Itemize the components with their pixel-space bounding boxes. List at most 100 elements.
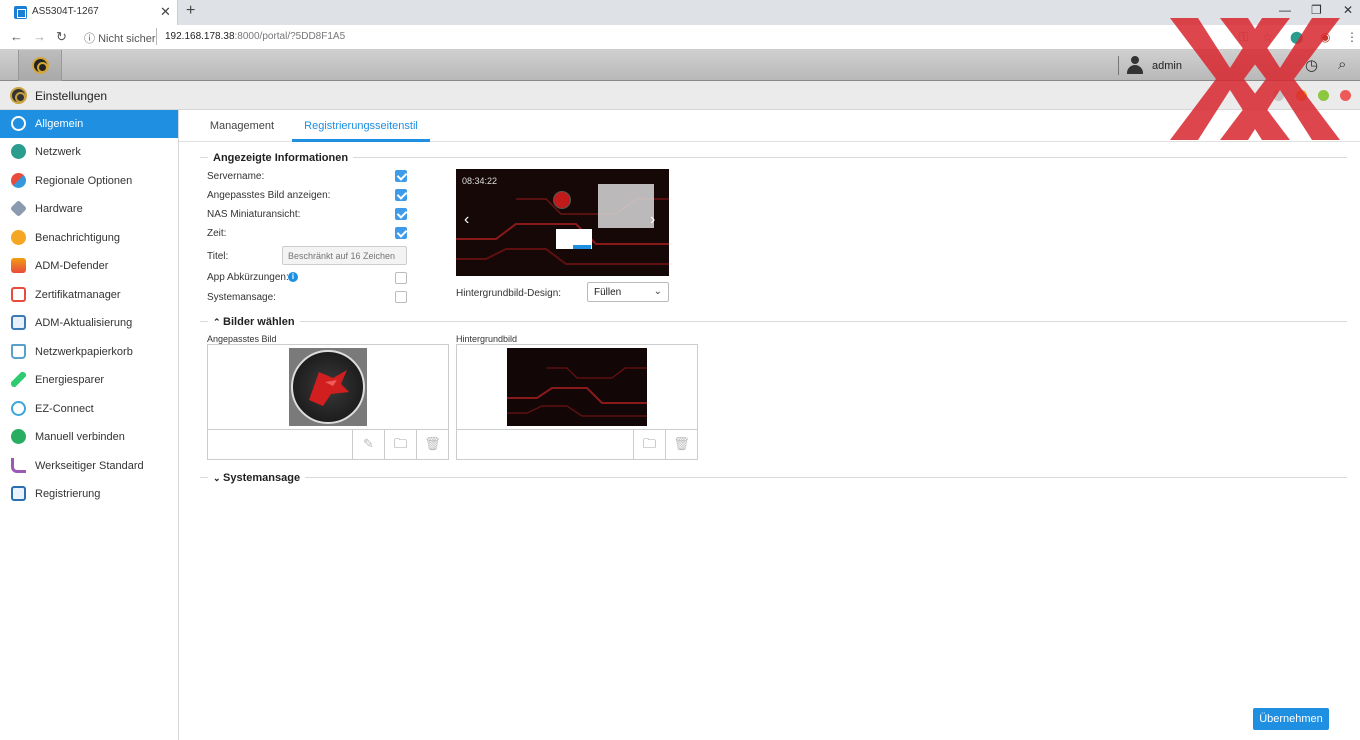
login-page-preview: 08:34:22 ‹ › xyxy=(456,169,669,276)
info-icon[interactable]: i xyxy=(288,272,298,282)
tab-management[interactable]: Management xyxy=(203,110,281,142)
chevron-up-icon: ⌃ xyxy=(213,317,224,327)
servername-checkbox[interactable] xyxy=(395,170,407,182)
user-icon[interactable] xyxy=(1126,55,1144,75)
settings-app-icon[interactable] xyxy=(32,57,49,74)
notification-icon xyxy=(11,230,26,245)
security-indicator[interactable]: Nicht sicher xyxy=(84,30,155,46)
sidebar-item-label: Manuell verbinden xyxy=(35,431,125,443)
background-design-value: Füllen xyxy=(594,287,622,298)
certificate-icon xyxy=(11,287,26,302)
nas-thumbnail-label: NAS Miniaturansicht: xyxy=(207,209,301,220)
browser-tab[interactable]: AS5304T-1267 ✕ xyxy=(0,0,178,25)
trash-icon[interactable]: 🗑 xyxy=(416,430,448,459)
sidebar-item-allgemein[interactable]: Allgemein xyxy=(0,110,178,138)
preview-next-icon[interactable]: › xyxy=(650,211,655,229)
title-input[interactable] xyxy=(282,246,407,265)
sidebar-item-ez-connect[interactable]: EZ-Connect xyxy=(0,395,178,423)
hardware-icon xyxy=(10,200,27,217)
sidebar-item-label: ADM-Defender xyxy=(35,260,109,272)
close-dot-icon[interactable] xyxy=(1340,90,1351,101)
preview-clock: 08:34:22 xyxy=(462,176,498,186)
nas-thumbnail-checkbox[interactable] xyxy=(395,208,407,220)
sidebar-item-label: Registrierung xyxy=(35,488,101,500)
sidebar-item-manuell-verbinden[interactable]: Manuell verbinden xyxy=(0,423,178,451)
settings-icon xyxy=(10,87,27,104)
announcement-section-title[interactable]: ⌄ Systemansage xyxy=(208,472,306,484)
user-name[interactable]: admin xyxy=(1152,60,1182,72)
edit-icon[interactable]: ✎ xyxy=(352,430,384,459)
extension-icon[interactable]: ⬤ xyxy=(1290,30,1303,44)
registration-icon xyxy=(11,486,26,501)
folder-icon[interactable]: 🗀 xyxy=(633,430,665,459)
key-icon[interactable]: ⚿ xyxy=(1239,30,1248,45)
help-dot-icon[interactable] xyxy=(1273,90,1284,101)
sidebar-item-hardware[interactable]: Hardware xyxy=(0,195,178,223)
sidebar-item-energiesparer[interactable]: Energiesparer xyxy=(0,366,178,394)
announcement-label: Systemansage: xyxy=(207,292,276,303)
background-design-select[interactable]: Füllen ⌄ xyxy=(587,282,669,302)
images-section-title[interactable]: ⌃ Bilder wählen xyxy=(208,316,300,328)
reload-icon[interactable]: ↻ xyxy=(56,29,67,45)
sidebar-item-label: Werkseitiger Standard xyxy=(35,460,144,472)
back-icon[interactable]: ← xyxy=(10,29,23,44)
sidebar-item-adm-defender[interactable]: ADM-Defender xyxy=(0,252,178,280)
bookmark-star-icon[interactable]: ☆ xyxy=(1262,30,1273,44)
browser-tab-title: AS5304T-1267 xyxy=(32,6,99,17)
search-icon[interactable]: ⌕ xyxy=(1338,56,1346,73)
app-shortcuts-checkbox[interactable] xyxy=(395,272,407,284)
dashboard-icon[interactable]: ◷ xyxy=(1305,56,1318,74)
section-divider xyxy=(200,321,1347,322)
sidebar-item-adm-aktualisierung[interactable]: ADM-Aktualisierung xyxy=(0,309,178,337)
sidebar-item-label: ADM-Aktualisierung xyxy=(35,317,133,329)
custom-image-toolbar: ✎ 🗀 🗑 xyxy=(208,429,448,459)
preview-logo-icon xyxy=(553,191,571,209)
tab-registrierungsseitenstil[interactable]: Registrierungsseitenstil xyxy=(292,110,430,142)
app-shortcuts-label: App Abkürzungen: xyxy=(207,272,289,283)
sidebar-item-regionale-optionen[interactable]: Regionale Optionen xyxy=(0,167,178,195)
custom-image-box-label: Angepasstes Bild xyxy=(207,334,277,344)
apply-button[interactable]: Übernehmen xyxy=(1253,708,1329,730)
chevron-down-icon: ⌄ xyxy=(653,286,662,297)
sidebar-item-netzwerk[interactable]: Netzwerk xyxy=(0,138,178,166)
background-image-toolbar: 🗀 🗑 xyxy=(457,429,697,459)
section-divider xyxy=(200,477,1347,478)
custom-image-box: ✎ 🗀 🗑 xyxy=(207,344,449,460)
sidebar-item-label: Netzwerk xyxy=(35,146,81,158)
sidebar-item-werkseitiger-standard[interactable]: Werkseitiger Standard xyxy=(0,452,178,480)
sidebar-item-label: EZ-Connect xyxy=(35,403,94,415)
preview-prev-icon[interactable]: ‹ xyxy=(464,211,469,229)
sidebar-item-zertifikatmanager[interactable]: Zertifikatmanager xyxy=(0,281,178,309)
maximize-dot-icon[interactable] xyxy=(1318,90,1329,101)
restore-icon[interactable]: ❐ xyxy=(1311,3,1322,17)
sidebar-item-benachrichtigung[interactable]: Benachrichtigung xyxy=(0,224,178,252)
window-title: Einstellungen xyxy=(35,89,108,103)
folder-icon[interactable]: 🗀 xyxy=(384,430,416,459)
profile-icon[interactable]: ◉ xyxy=(1320,30,1330,44)
address-bar: ← → ↻ Nicht sicher 192.168.178.38:8000/p… xyxy=(0,25,1360,50)
settings-sidebar: Allgemein Netzwerk Regionale Optionen Ha… xyxy=(0,110,179,740)
time-checkbox[interactable] xyxy=(395,227,407,239)
url-field[interactable]: 192.168.178.38:8000/portal/?5DD8F1A5 xyxy=(165,31,345,42)
browser-tabstrip: AS5304T-1267 ✕ + — ❐ ✕ xyxy=(0,0,1360,25)
forward-icon[interactable]: → xyxy=(33,29,46,44)
announcement-checkbox[interactable] xyxy=(395,291,407,303)
adm-app-slot[interactable] xyxy=(18,50,62,81)
minimize-dot-icon[interactable] xyxy=(1296,90,1307,101)
minimize-icon[interactable]: — xyxy=(1279,3,1291,17)
new-tab-icon[interactable]: + xyxy=(186,2,195,20)
update-icon xyxy=(11,315,26,330)
recycle-icon xyxy=(11,344,26,359)
close-tab-icon[interactable]: ✕ xyxy=(160,4,171,20)
background-box-label: Hintergrundbild xyxy=(456,334,518,344)
sidebar-item-label: Allgemein xyxy=(35,118,84,130)
browser-menu-icon[interactable]: ⋮ xyxy=(1346,30,1358,44)
background-image-box: 🗀 🗑 xyxy=(456,344,698,460)
custom-image-checkbox[interactable] xyxy=(395,189,407,201)
settings-window-titlebar: Einstellungen xyxy=(0,81,1360,110)
dragon-logo-icon xyxy=(309,370,349,406)
sidebar-item-netzwerkpapierkorb[interactable]: Netzwerkpapierkorb xyxy=(0,338,178,366)
close-window-icon[interactable]: ✕ xyxy=(1343,3,1353,17)
sidebar-item-registrierung[interactable]: Registrierung xyxy=(0,480,178,508)
trash-icon[interactable]: 🗑 xyxy=(665,430,697,459)
